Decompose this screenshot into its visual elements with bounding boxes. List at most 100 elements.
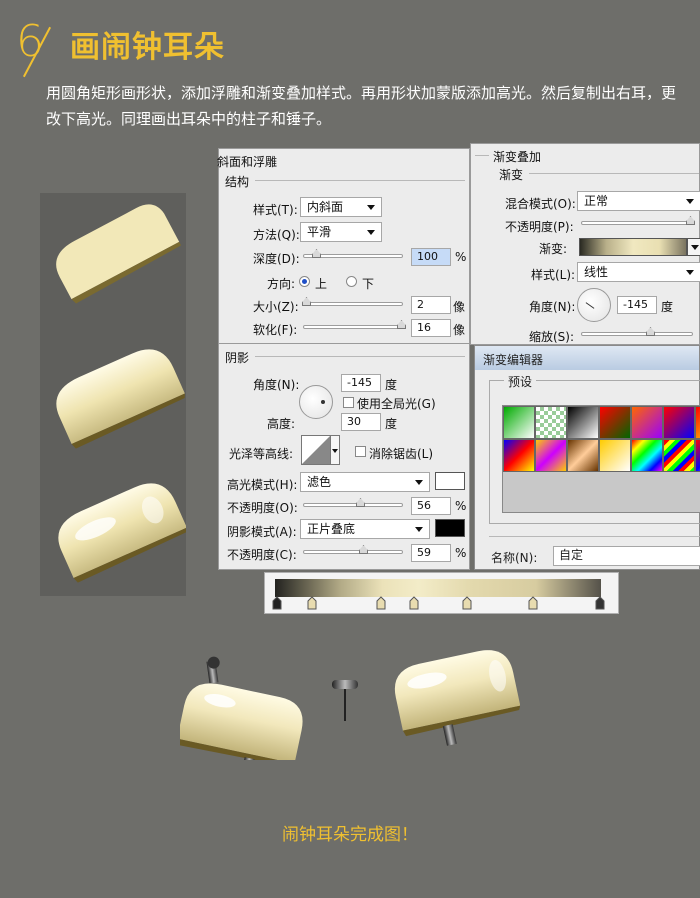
gradient-stops-bar [264,572,619,614]
preset-swatch[interactable] [567,406,599,439]
shading-angle-label: 角度(N): [253,378,300,392]
overlay-title-line [475,155,489,156]
preset-swatch[interactable] [663,439,695,472]
section-divider [219,343,471,344]
soften-unit: 像 [453,323,466,337]
direction-up-radio[interactable] [299,276,310,287]
preset-swatch[interactable] [535,406,567,439]
preset-swatch[interactable] [503,439,535,472]
color-stop [409,596,419,610]
shadow-opacity-input[interactable]: 59 [411,544,451,562]
contour-dropdown-button[interactable] [330,435,340,465]
color-stop [528,596,538,610]
shading-divider [255,356,465,357]
preset-swatch[interactable] [695,439,700,472]
presets-group: 预设 [489,373,700,524]
bevel-emboss-panel: 斜面和浮雕 结构 样式(T): 内斜面 方法(Q): 平滑 深度(D): 100… [217,148,471,570]
highlight-color-swatch[interactable] [435,472,465,490]
shadow-opacity-thumb[interactable] [359,545,368,554]
gradient-color-stops [272,596,605,610]
highlight-opacity-input[interactable]: 56 [411,497,451,515]
chevron-down-icon [332,449,338,453]
highlight-mode-label: 高光模式(H): [227,478,298,492]
size-input[interactable]: 2 [411,296,451,314]
shadow-color-swatch[interactable] [435,519,465,537]
shading-angle-input[interactable]: -145 [341,374,381,392]
global-light-checkbox[interactable] [343,397,354,408]
depth-slider[interactable] [303,249,403,258]
overlay-angle-input[interactable]: -145 [617,296,657,314]
overlay-style-select[interactable]: 线性 [577,262,700,282]
scale-slider-thumb[interactable] [646,327,655,336]
soften-input[interactable]: 16 [411,319,451,337]
scale-slider[interactable] [581,327,693,336]
depth-label: 深度(D): [253,252,300,266]
size-label: 大小(Z): [253,300,299,314]
gradient-dropdown-button[interactable] [687,238,700,256]
method-label: 方法(Q): [253,228,300,242]
depth-slider-thumb[interactable] [312,249,321,258]
highlight-mode-select[interactable]: 滤色 [300,472,430,492]
overlay-angle-unit: 度 [661,300,674,314]
preset-swatch[interactable] [599,439,631,472]
finished-ears-illustration [180,650,520,760]
ear-stages-illustration [56,204,187,583]
highlight-opacity-label: 不透明度(O): [227,501,298,515]
preset-swatch[interactable] [567,439,599,472]
preset-swatch[interactable] [599,406,631,439]
presets-label: 预设 [504,373,537,390]
direction-down-label: 下 [362,277,375,291]
preset-swatch[interactable] [503,406,535,439]
altitude-input[interactable]: 30 [341,413,381,431]
highlight-opacity-slider[interactable] [303,498,403,507]
preset-swatch[interactable] [695,406,700,439]
depth-input[interactable]: 100 [411,248,451,266]
preset-swatch[interactable] [631,406,663,439]
altitude-unit: 度 [385,417,398,431]
ear-stage-highlight [58,483,187,583]
style-select[interactable]: 内斜面 [300,197,382,217]
gloss-contour-swatch[interactable] [301,435,331,465]
soften-slider[interactable] [303,320,406,329]
color-stop [376,596,386,610]
size-unit: 像 [453,300,466,314]
shadow-opacity-slider[interactable] [303,545,403,554]
preset-swatch[interactable] [663,406,695,439]
size-slider[interactable] [302,297,403,306]
method-select[interactable]: 平滑 [300,222,382,242]
antialias-checkbox[interactable] [355,446,366,457]
altitude-label: 高度: [267,417,296,431]
blend-mode-label: 混合模式(O): [505,197,576,211]
scale-label: 缩放(S): [529,330,575,344]
structure-title: 结构 [225,175,250,189]
gradient-subtitle: 渐变 [499,168,524,182]
highlight-opacity-thumb[interactable] [356,498,365,507]
soften-slider-thumb[interactable] [397,320,406,329]
size-slider-thumb[interactable] [302,297,311,306]
gradient-editor-title: 渐变编辑器 [483,353,544,367]
overlay-opacity-slider[interactable] [581,216,695,225]
gradient-preview-bar[interactable] [579,238,687,256]
gradient-editor-titlebar[interactable]: 渐变编辑器 [475,346,699,370]
shadow-mode-select[interactable]: 正片叠底 [300,519,430,539]
gradient-overlay-panel: 渐变叠加 渐变 混合模式(O): 正常 不透明度(P): 渐变: 样式(L): … [470,143,700,345]
gradient-name-input[interactable]: 自定 [553,546,700,566]
overlay-angle-label: 角度(N): [529,300,576,314]
blend-mode-select[interactable]: 正常 [577,191,700,211]
preset-swatch-grid [502,405,700,513]
style-label: 样式(T): [253,203,298,217]
color-stop [595,596,605,610]
gradient-sub-divider [529,173,699,174]
shading-title: 阴影 [225,351,250,365]
preset-swatch[interactable] [631,439,663,472]
angle-dial[interactable] [299,385,333,419]
overlay-opacity-thumb[interactable] [686,216,695,225]
gradient-label: 渐变: [539,242,568,256]
ear-stage-flat [56,204,182,304]
structure-divider [255,180,465,181]
direction-down-radio[interactable] [346,276,357,287]
right-ear [394,650,520,746]
overlay-angle-dial[interactable] [577,288,611,322]
left-ear [180,656,303,760]
preset-swatch[interactable] [535,439,567,472]
